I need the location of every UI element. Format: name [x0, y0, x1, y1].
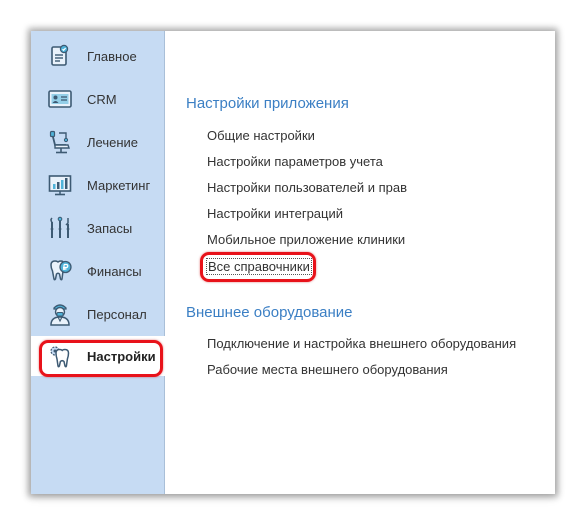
- sidebar: Главное CRM Лечение Маркетинг Запасы Фин…: [31, 31, 165, 494]
- sidebar-item-label: CRM: [87, 91, 117, 107]
- sidebar-item-finance[interactable]: Финансы: [31, 251, 164, 291]
- sidebar-item-main[interactable]: Главное: [31, 36, 164, 76]
- link-accounting-settings[interactable]: Настройки параметров учета: [207, 154, 383, 169]
- doctor-icon: [47, 301, 73, 327]
- sidebar-item-label: Лечение: [87, 134, 139, 150]
- dental-tools-icon: [47, 215, 73, 241]
- link-equipment-workplaces[interactable]: Рабочие места внешнего оборудования: [207, 362, 448, 377]
- section-title-external-equipment: Внешнее оборудование: [186, 304, 353, 321]
- link-mobile-app[interactable]: Мобильное приложение клиники: [207, 232, 405, 247]
- tooth-coin-icon: [47, 258, 73, 284]
- sidebar-item-label: Настройки: [87, 348, 156, 364]
- sidebar-item-marketing[interactable]: Маркетинг: [31, 165, 164, 205]
- sidebar-item-treatment[interactable]: Лечение: [31, 122, 164, 162]
- sidebar-item-label: Маркетинг: [87, 177, 151, 193]
- link-general-settings[interactable]: Общие настройки: [207, 128, 315, 143]
- link-equipment-connection[interactable]: Подключение и настройка внешнего оборудо…: [207, 336, 516, 351]
- home-clipboard-icon: [47, 43, 73, 69]
- sidebar-item-label: Персонал: [87, 306, 147, 322]
- tooth-gear-icon: [47, 343, 73, 369]
- sidebar-item-stock[interactable]: Запасы: [31, 208, 164, 248]
- app-window: Главное CRM Лечение Маркетинг Запасы Фин…: [31, 31, 555, 494]
- sidebar-item-settings[interactable]: Настройки: [31, 336, 165, 376]
- sidebar-item-crm[interactable]: CRM: [31, 79, 164, 119]
- link-all-catalogs[interactable]: Все справочники: [206, 258, 312, 275]
- link-users-rights-settings[interactable]: Настройки пользователей и прав: [207, 180, 407, 195]
- sidebar-item-label: Запасы: [87, 220, 133, 236]
- sidebar-item-label: Главное: [87, 48, 137, 64]
- crm-card-icon: [47, 86, 73, 112]
- dental-chair-icon: [47, 129, 73, 155]
- sidebar-item-staff[interactable]: Персонал: [31, 294, 164, 334]
- main-content: Настройки приложения Общие настройки Нас…: [165, 31, 555, 494]
- marketing-chart-icon: [47, 172, 73, 198]
- link-integration-settings[interactable]: Настройки интеграций: [207, 206, 343, 221]
- sidebar-item-label: Финансы: [87, 263, 142, 279]
- section-title-app-settings: Настройки приложения: [186, 95, 349, 112]
